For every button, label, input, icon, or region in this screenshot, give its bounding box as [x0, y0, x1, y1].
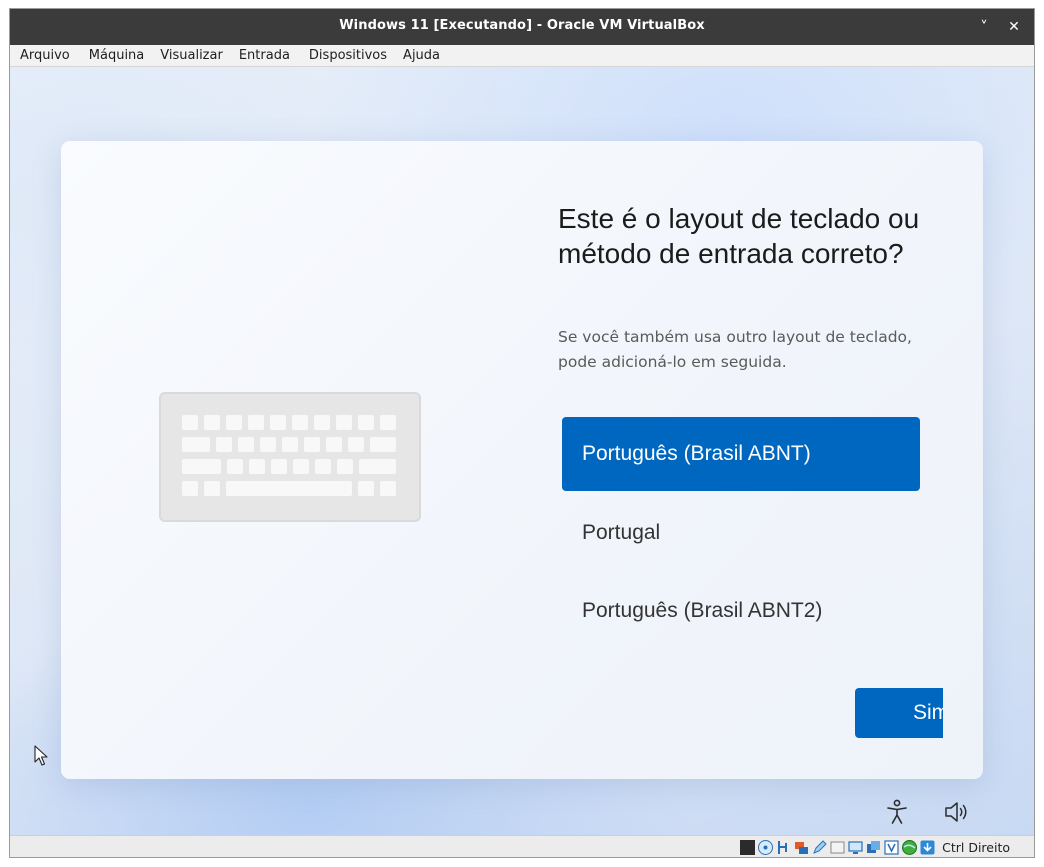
confirm-button-clip: Sim	[855, 688, 943, 740]
layout-option-brasil-abnt[interactable]: Português (Brasil ABNT)	[562, 417, 920, 491]
layout-option-brasil-abnt2[interactable]: Português (Brasil ABNT2)	[562, 574, 920, 648]
menu-entrada[interactable]: Entrada	[231, 46, 298, 66]
vm-window-icon[interactable]	[865, 839, 882, 856]
download-icon[interactable]	[919, 839, 936, 856]
optical-drive-icon[interactable]	[757, 839, 774, 856]
page-subtext: Se você também usa outro layout de tecla…	[558, 328, 912, 371]
option-label: Português (Brasil ABNT2)	[582, 599, 823, 622]
page-heading: Este é o layout de teclado ou método de …	[558, 203, 920, 269]
menu-bar: Arquivo Máquina Visualizar Entrada Dispo…	[10, 45, 1034, 67]
vm-screen[interactable]: Este é o layout de teclado ou método de …	[10, 67, 1034, 835]
globe-icon[interactable]	[901, 839, 918, 856]
usb-icon[interactable]	[775, 839, 792, 856]
status-icons	[739, 839, 936, 856]
menu-ajuda[interactable]: Ajuda	[395, 46, 448, 66]
close-button[interactable]: ✕	[1002, 15, 1026, 39]
keyboard-illustration	[159, 392, 421, 522]
accessibility-icon[interactable]	[882, 797, 912, 827]
menu-visualizar[interactable]: Visualizar	[152, 46, 231, 66]
pencil-icon[interactable]	[811, 839, 828, 856]
window-title: Windows 11 [Executando] - Oracle VM Virt…	[339, 18, 705, 33]
display-icon[interactable]	[739, 839, 756, 856]
virtualization-icon[interactable]	[883, 839, 900, 856]
confirm-button[interactable]: Sim	[855, 688, 943, 738]
option-label: Português (Brasil ABNT)	[582, 442, 811, 465]
mouse-pointer-icon	[34, 745, 48, 766]
minimize-button[interactable]: ˅	[972, 15, 996, 39]
volume-icon[interactable]	[942, 797, 972, 827]
network-icon[interactable]	[793, 839, 810, 856]
option-label: Portugal	[582, 521, 661, 544]
menu-dispositivos[interactable]: Dispositivos	[301, 46, 395, 66]
screen-icon[interactable]	[847, 839, 864, 856]
host-key-label: Ctrl Direito	[942, 840, 1010, 855]
virtualbox-window: Windows 11 [Executando] - Oracle VM Virt…	[9, 8, 1035, 858]
setup-card: Este é o layout de teclado ou método de …	[61, 141, 983, 779]
shared-folder-icon[interactable]	[829, 839, 846, 856]
menu-arquivo[interactable]: Arquivo	[12, 46, 78, 66]
status-bar: Ctrl Direito	[10, 835, 1034, 857]
layout-option-portugal[interactable]: Portugal	[562, 496, 920, 570]
menu-maquina[interactable]: Máquina	[81, 46, 153, 66]
title-bar[interactable]: Windows 11 [Executando] - Oracle VM Virt…	[10, 9, 1034, 45]
